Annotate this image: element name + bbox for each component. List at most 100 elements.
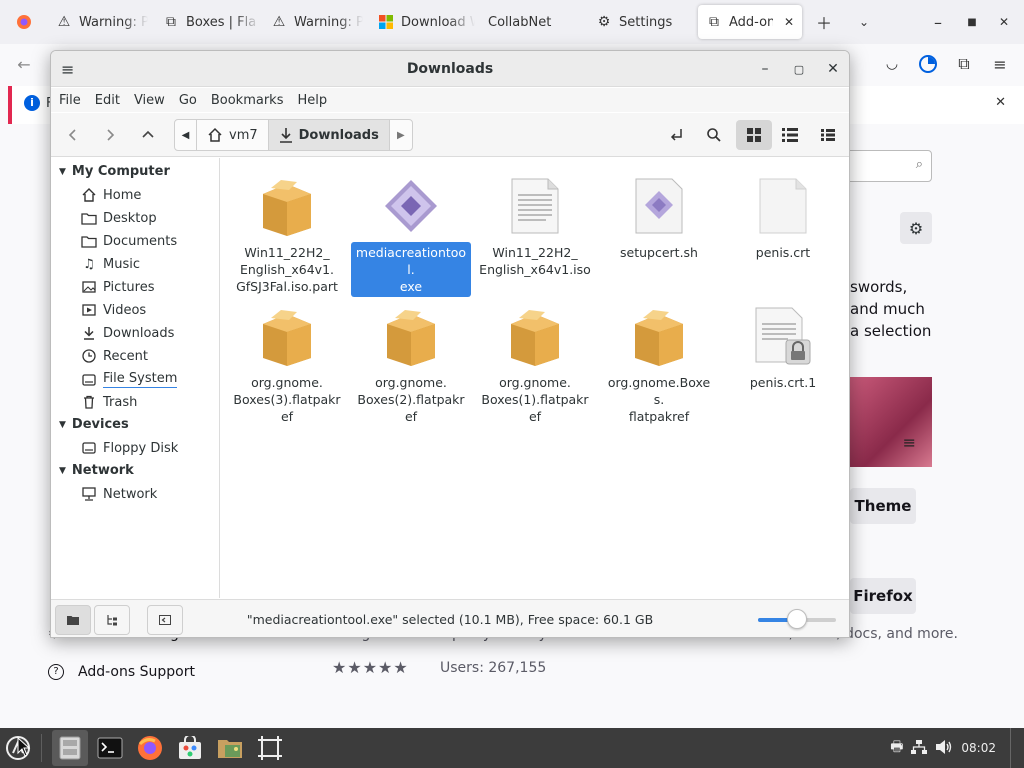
section-network[interactable]: ▼ Network xyxy=(59,463,134,478)
maximize-button[interactable]: ▢ xyxy=(787,57,811,81)
image-viewer-task[interactable] xyxy=(212,730,248,766)
music-icon: ♫ xyxy=(83,256,95,272)
pocket-icon[interactable]: ◡ xyxy=(880,52,904,76)
toggle-location-button[interactable] xyxy=(661,120,691,150)
screenshot-task[interactable] xyxy=(252,730,288,766)
network-icon[interactable] xyxy=(911,739,928,758)
tab-addons[interactable]: ⧉ Add-ons ✕ xyxy=(698,5,802,39)
breadcrumb-downloads[interactable]: Downloads xyxy=(268,120,390,150)
menu-bookmarks[interactable]: Bookmarks xyxy=(211,93,284,108)
icon-view-button[interactable] xyxy=(736,120,772,150)
menu-file[interactable]: File xyxy=(59,93,81,108)
sidebar-item-music[interactable]: ♫ Music xyxy=(81,256,140,272)
zoom-slider-handle[interactable] xyxy=(787,609,807,629)
list-tabs-button[interactable]: ⌄ xyxy=(852,10,876,34)
file-item[interactable]: org.gnome. Boxes(2).flatpakref xyxy=(351,304,471,427)
file-item[interactable]: Win11_22H2_ English_x64v1. GfSJ3Fal.iso.… xyxy=(227,174,347,297)
script-icon xyxy=(627,174,691,238)
sidebar-item-trash[interactable]: Trash xyxy=(81,394,137,410)
firefox-task[interactable] xyxy=(132,730,168,766)
title-bar[interactable]: ≡ Downloads – ▢ ✕ xyxy=(51,51,849,87)
file-item[interactable]: setupcert.sh xyxy=(599,174,719,263)
addons-support-link[interactable]: ? Add-ons Support xyxy=(48,664,195,680)
minimize-browser-button[interactable]: – xyxy=(926,10,950,34)
section-devices[interactable]: ▼ Devices xyxy=(59,417,129,432)
sidebar-item-file-system[interactable]: File System xyxy=(81,371,178,388)
menu-go[interactable]: Go xyxy=(179,93,197,108)
menu-edit[interactable]: Edit xyxy=(95,93,120,108)
file-name: org.gnome. Boxes(1).flatpakref xyxy=(481,375,589,424)
maximize-browser-button[interactable]: ■ xyxy=(960,10,984,34)
tab-label: CollabNet xyxy=(488,14,552,30)
search-addons-input[interactable]: ⌕ xyxy=(846,150,932,182)
taskbar-separator xyxy=(41,734,42,762)
close-tab-icon[interactable]: ✕ xyxy=(784,15,794,29)
account-icon[interactable] xyxy=(916,52,940,76)
sidebar-item-floppy-disk[interactable]: Floppy Disk xyxy=(81,440,178,456)
file-item[interactable]: penis.crt.1 xyxy=(723,304,843,393)
tab-label: Warning: P xyxy=(79,14,148,30)
tab-boxes[interactable]: ⧉ Boxes | Fla xyxy=(155,5,260,39)
places-sidebar: ▼ My Computer Home Desktop Documents ♫ Mu… xyxy=(51,158,220,598)
file-manager-task[interactable] xyxy=(52,730,88,766)
file-name: org.gnome. Boxes(3).flatpakref xyxy=(233,375,341,424)
sidebar-item-documents[interactable]: Documents xyxy=(81,233,177,249)
file-item[interactable]: penis.crt xyxy=(723,174,843,263)
menu-view[interactable]: View xyxy=(134,93,165,108)
show-desktop-button[interactable] xyxy=(1010,728,1014,768)
close-browser-button[interactable]: ✕ xyxy=(992,10,1016,34)
tab-collabnet[interactable]: CollabNet xyxy=(480,5,580,39)
back-button[interactable] xyxy=(58,120,88,150)
show-places-button[interactable] xyxy=(55,605,91,635)
sidebar-item-recent[interactable]: Recent xyxy=(81,348,148,364)
compact-view-button[interactable] xyxy=(813,120,843,150)
file-item[interactable]: org.gnome. Boxes(1).flatpakref xyxy=(475,304,595,427)
gear-icon[interactable]: ⚙ xyxy=(900,212,932,244)
file-item[interactable]: Win11_22H2_ English_x64v1.iso xyxy=(475,174,595,280)
menu-icon[interactable]: ≡ xyxy=(988,52,1012,76)
puzzle-icon: ⧉ xyxy=(709,14,719,30)
sidebar-item-network[interactable]: Network xyxy=(81,486,157,502)
breadcrumb-left-arrow[interactable]: ◀ xyxy=(175,120,197,150)
new-tab-button[interactable]: ＋ xyxy=(812,10,836,34)
section-my-computer[interactable]: ▼ My Computer xyxy=(59,164,170,179)
home-icon xyxy=(81,187,97,203)
software-store-task[interactable] xyxy=(172,730,208,766)
forward-button[interactable] xyxy=(95,120,125,150)
tab-warning-2[interactable]: ⚠ Warning: P xyxy=(263,5,363,39)
printer-icon[interactable]: 🖶 xyxy=(890,736,903,760)
breadcrumb-right-arrow[interactable]: ▶ xyxy=(390,120,412,150)
sidebar-item-pictures[interactable]: Pictures xyxy=(81,279,154,295)
menu-help[interactable]: Help xyxy=(297,93,327,108)
sidebar-item-desktop[interactable]: Desktop xyxy=(81,210,157,226)
close-notice-icon[interactable]: ✕ xyxy=(995,95,1006,110)
breadcrumb-home[interactable]: vm7 xyxy=(197,120,269,150)
sidebar-item-home[interactable]: Home xyxy=(81,187,141,203)
minimize-button[interactable]: – xyxy=(753,57,777,81)
file-item[interactable]: org.gnome. Boxes(3).flatpakref xyxy=(227,304,347,427)
theme-button[interactable]: Theme xyxy=(850,488,916,524)
sidebar-item-videos[interactable]: Videos xyxy=(81,302,146,318)
add-to-firefox-button[interactable]: Firefox xyxy=(850,578,916,614)
up-button[interactable] xyxy=(133,120,163,150)
zoom-slider[interactable] xyxy=(758,609,836,629)
tab-firefox-view[interactable] xyxy=(8,5,36,39)
document-icon xyxy=(81,233,97,249)
tab-download-windows[interactable]: Download W xyxy=(370,5,475,39)
sidebar-item-downloads[interactable]: Downloads xyxy=(81,325,174,341)
volume-icon[interactable] xyxy=(935,739,953,758)
clock[interactable]: 08:02 xyxy=(961,741,996,755)
close-button[interactable]: ✕ xyxy=(821,57,845,81)
terminal-task[interactable] xyxy=(92,730,128,766)
show-treeview-button[interactable] xyxy=(94,605,130,635)
back-button[interactable]: ← xyxy=(12,52,36,76)
list-view-button[interactable] xyxy=(775,120,805,150)
extensions-icon[interactable]: ⧉ xyxy=(952,52,976,76)
file-item-selected[interactable]: mediacreationtool. exe xyxy=(351,174,471,297)
tab-settings[interactable]: ⚙ Settings xyxy=(588,5,693,39)
toggle-sidebar-button[interactable] xyxy=(147,605,183,635)
file-item[interactable]: org.gnome.Boxes. flatpakref xyxy=(599,304,719,427)
tab-warning-1[interactable]: ⚠ Warning: P xyxy=(48,5,148,39)
search-button[interactable] xyxy=(699,120,729,150)
theme-preview-image: ≡ xyxy=(850,377,932,467)
